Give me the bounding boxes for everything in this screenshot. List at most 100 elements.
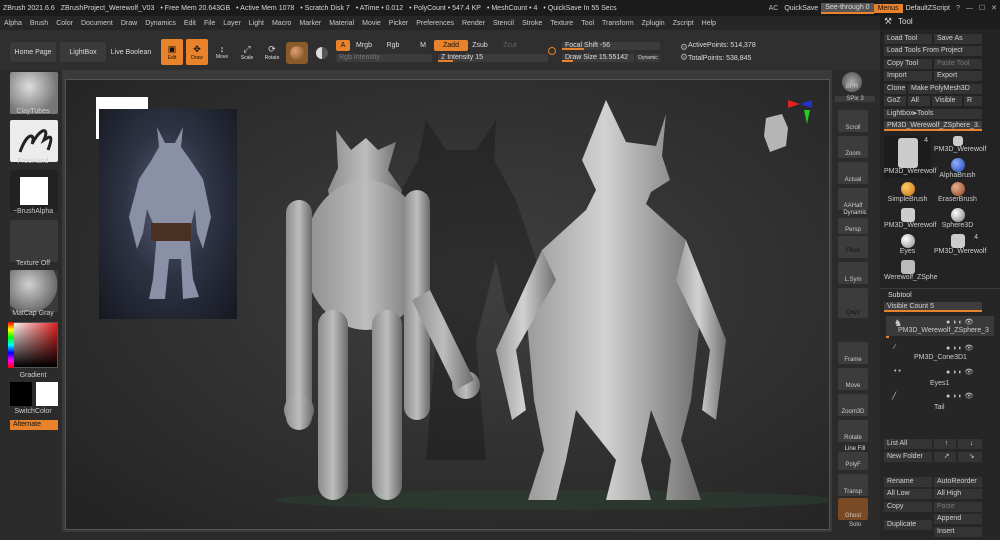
- all-high-button[interactable]: All High: [934, 489, 982, 499]
- append-button[interactable]: Append: [934, 514, 982, 524]
- menu-item[interactable]: Layer: [219, 20, 245, 27]
- axis-gizmo-icon[interactable]: [788, 96, 814, 126]
- visible-button[interactable]: Visible: [932, 96, 962, 106]
- menu-item[interactable]: Alpha: [0, 20, 26, 27]
- ac-label[interactable]: AC: [766, 5, 782, 12]
- switchcolor-label[interactable]: SwitchColor: [6, 408, 60, 415]
- menu-item[interactable]: Picker: [385, 20, 412, 27]
- visibility-toggle-icon[interactable]: ● ◑ ◐ 👁: [946, 344, 973, 352]
- texture-thumbnail[interactable]: [10, 220, 58, 262]
- visible-count-slider[interactable]: Visible Count 5: [884, 302, 982, 312]
- actual-button[interactable]: Actual: [838, 162, 868, 184]
- visibility-toggle-icon[interactable]: ● ◑ ◐ 👁: [946, 318, 973, 326]
- menu-item[interactable]: Dynamics: [141, 20, 180, 27]
- dynamic-label[interactable]: Dynamic: [835, 210, 875, 216]
- color-picker[interactable]: [10, 322, 58, 368]
- subtool-item[interactable]: ♞ ● ◑ ◐ 👁 PM3D_Werewolf_ZSphere_3: [886, 316, 994, 336]
- menu-item[interactable]: Tool: [577, 20, 598, 27]
- subtool-item[interactable]: ∕ ● ◑ ◐ 👁 PM3D_Cone3D1: [886, 342, 994, 362]
- home-page-button[interactable]: Home Page: [10, 42, 56, 62]
- draw-button[interactable]: ✥ Draw: [186, 39, 208, 65]
- tool-thumbnail[interactable]: EraserBrush: [934, 182, 981, 205]
- persp-button[interactable]: Persp: [838, 218, 868, 234]
- menu-item[interactable]: Material: [325, 20, 358, 27]
- menu-item[interactable]: Brush: [26, 20, 52, 27]
- ghost-button[interactable]: Ghost: [838, 498, 868, 520]
- alternate-button[interactable]: Alternate: [10, 420, 58, 430]
- paste-subtool-button[interactable]: Paste: [934, 502, 982, 512]
- viewport[interactable]: [65, 79, 830, 530]
- menu-item[interactable]: Document: [77, 20, 117, 27]
- subtool-title[interactable]: Subtool: [888, 292, 912, 299]
- maximize-icon[interactable]: ☐: [976, 4, 988, 12]
- bpr-button[interactable]: BPR: [842, 72, 862, 92]
- all-low-button[interactable]: All Low: [884, 489, 932, 499]
- tool-thumbnail[interactable]: Sphere3D: [934, 208, 981, 231]
- primary-color-swatch[interactable]: [10, 382, 32, 406]
- scale-button[interactable]: ⤢ Scale: [236, 39, 258, 65]
- tool-thumbnail[interactable]: 4 PM3D_Werewolf: [934, 234, 986, 257]
- save-as-button[interactable]: Save As: [934, 34, 982, 44]
- visibility-toggle-icon[interactable]: ● ◑ ◐ 👁: [946, 392, 973, 400]
- menu-item[interactable]: Preferences: [412, 20, 458, 27]
- tool-thumbnail[interactable]: Werewolf_ZSphe: [884, 260, 938, 283]
- menu-item[interactable]: File: [200, 20, 219, 27]
- make-polymesh3d-button[interactable]: Make PolyMesh3D: [908, 84, 982, 94]
- color-mode-icon[interactable]: [313, 42, 331, 64]
- goz-button[interactable]: GoZ: [884, 96, 906, 106]
- tool-thumbnail[interactable]: SimpleBrush: [884, 182, 931, 205]
- zoom-button[interactable]: Zoom: [838, 136, 868, 158]
- default-zscript-button[interactable]: DefaultZScript: [903, 5, 953, 12]
- menu-item[interactable]: Render: [458, 20, 489, 27]
- move-up-icon[interactable]: ↗: [934, 452, 956, 462]
- scroll-button[interactable]: Scroll: [838, 110, 868, 132]
- local-symmetry-button[interactable]: L.Sym: [838, 262, 868, 284]
- zcut-button[interactable]: Zcut: [500, 40, 520, 51]
- load-tools-from-project-button[interactable]: Load Tools From Project: [884, 46, 982, 56]
- see-through-slider[interactable]: See-through 0: [821, 2, 874, 14]
- polyf-button[interactable]: PolyF: [838, 452, 868, 470]
- current-tool-slider[interactable]: PM3D_Werewolf_ZSphere_3. 48: [884, 121, 982, 131]
- arrow-up-icon[interactable]: ↑: [934, 439, 956, 449]
- minimize-icon[interactable]: —: [963, 5, 976, 12]
- rgb-button[interactable]: Rgb: [384, 40, 402, 51]
- secondary-color-swatch[interactable]: [36, 382, 58, 406]
- a-button[interactable]: A: [336, 40, 350, 51]
- move-down-icon[interactable]: ↘: [958, 452, 982, 462]
- clone-button[interactable]: Clone: [884, 84, 906, 94]
- paste-tool-button[interactable]: Paste Tool: [934, 59, 982, 69]
- menu-item[interactable]: Marker: [295, 20, 325, 27]
- material-thumbnail[interactable]: [10, 270, 58, 312]
- help-icon[interactable]: ?: [953, 5, 963, 12]
- zadd-button[interactable]: Zadd: [434, 40, 468, 51]
- quicksave-button[interactable]: QuickSave: [781, 5, 821, 12]
- tool-thumbnail[interactable]: AlphaBrush: [934, 158, 981, 179]
- arrow-down-icon[interactable]: ↓: [958, 439, 982, 449]
- tool-thumbnail[interactable]: PM3D_Werewolf: [934, 136, 986, 156]
- material-sphere-icon[interactable]: [286, 42, 308, 64]
- move-button[interactable]: ↕ Move: [211, 39, 233, 65]
- visibility-toggle-icon[interactable]: ● ◑ ◐ 👁: [946, 368, 973, 376]
- rotate-view-button[interactable]: Rotate: [838, 420, 868, 442]
- menus-button[interactable]: Menus: [873, 3, 903, 13]
- focal-shift-slider[interactable]: Focal Shift -56: [562, 42, 660, 50]
- rename-button[interactable]: Rename: [884, 477, 932, 487]
- edit-button[interactable]: ▣ Edit: [161, 39, 183, 65]
- tool-thumbnail[interactable]: 4 PM3D_Werewolf: [884, 136, 936, 178]
- m-button[interactable]: M: [416, 40, 430, 51]
- move-view-button[interactable]: Move: [838, 368, 868, 390]
- menu-item[interactable]: Macro: [268, 20, 295, 27]
- import-button[interactable]: Import: [884, 71, 932, 81]
- copy-subtool-button[interactable]: Copy: [884, 502, 932, 512]
- all-button[interactable]: All: [908, 96, 930, 106]
- tool-panel-header[interactable]: ⚒ Tool: [880, 15, 1000, 29]
- floor-button[interactable]: Floor: [838, 236, 868, 258]
- gizmo-button[interactable]: [838, 288, 868, 310]
- draw-size-slider[interactable]: Draw Size 15.55142: [562, 54, 634, 62]
- lightbox-button[interactable]: LightBox: [60, 42, 106, 62]
- tool-thumbnail[interactable]: PM3D_Werewolf: [884, 208, 936, 231]
- stroke-thumbnail[interactable]: [10, 120, 58, 162]
- menu-item[interactable]: Texture: [546, 20, 577, 27]
- load-tool-button[interactable]: Load Tool: [884, 34, 932, 44]
- spix-slider[interactable]: SPix 3: [835, 96, 875, 102]
